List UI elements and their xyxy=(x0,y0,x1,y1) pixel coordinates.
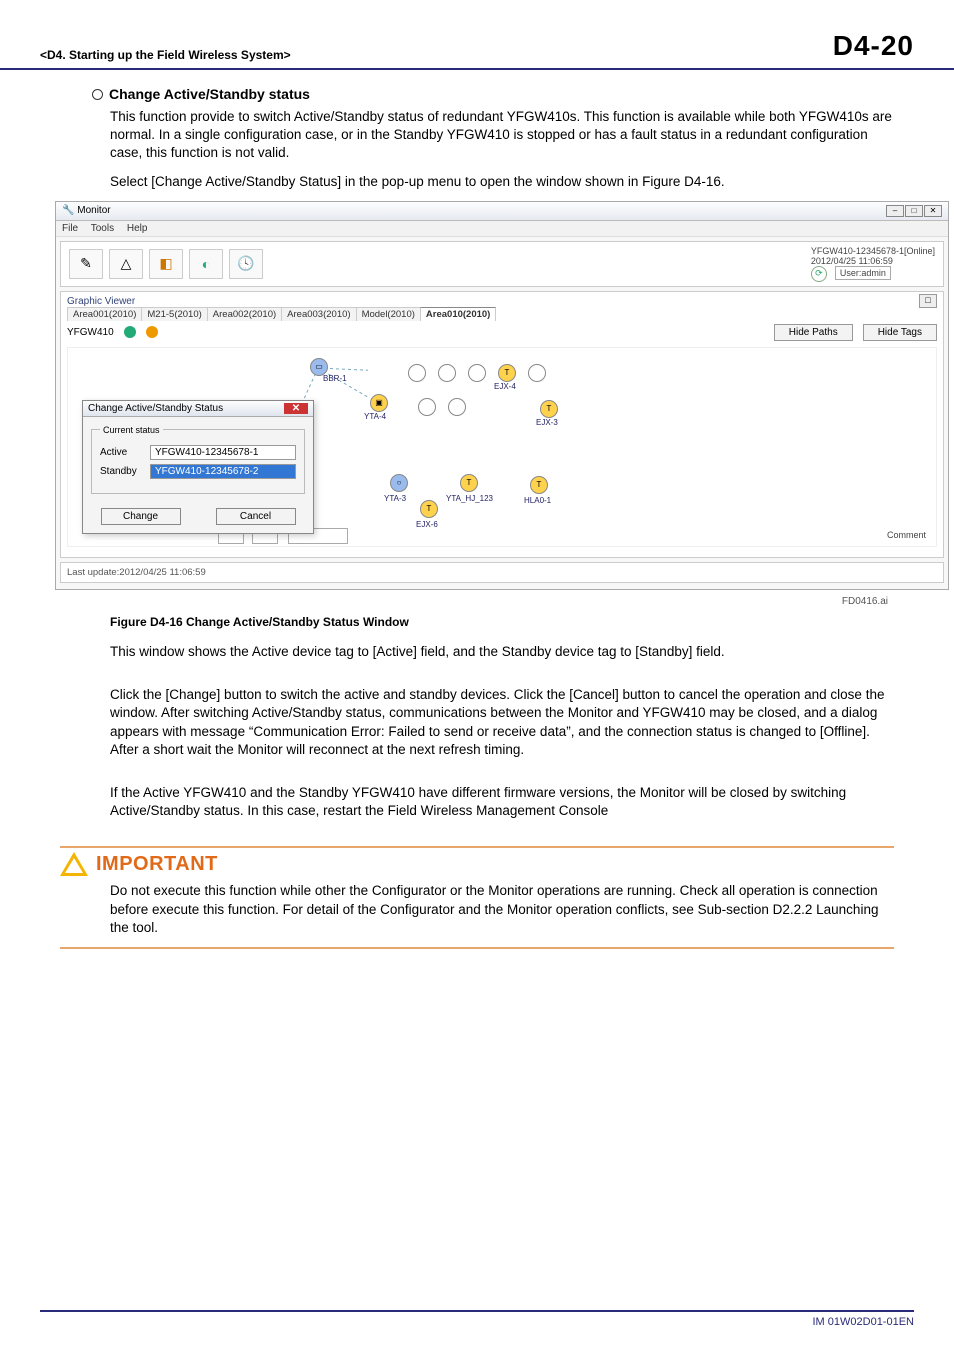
menubar[interactable]: File Tools Help xyxy=(56,221,948,237)
status-badge-green xyxy=(124,326,136,338)
page-number: D4-20 xyxy=(833,30,914,62)
label-ytahj: YTA_HJ_123 xyxy=(446,494,493,503)
close-icon[interactable]: ✕ xyxy=(924,205,942,217)
yfgw-label: YFGW410 xyxy=(67,327,114,338)
screenshot-window: 🔧 Monitor –□✕ File Tools Help ✎ △ ◧ ◐ 🕓 … xyxy=(55,201,949,590)
node-empty[interactable] xyxy=(438,364,456,382)
figure-code: FD0416.ai xyxy=(110,594,894,607)
section-heading: Change Active/Standby status xyxy=(92,86,894,102)
node-ytahj[interactable]: T xyxy=(460,474,478,492)
toolbar: ✎ △ ◧ ◐ 🕓 YFGW410-12345678-1[Online] 201… xyxy=(60,241,944,287)
cancel-button[interactable]: Cancel xyxy=(216,508,296,525)
toolbar-btn-3[interactable]: ◧ xyxy=(149,249,183,279)
page-header: <D4. Starting up the Field Wireless Syst… xyxy=(0,0,954,70)
last-update-bar: Last update:2012/04/25 11:06:59 xyxy=(60,562,944,583)
dialog-title: Change Active/Standby Status xyxy=(88,403,223,414)
tab-area003[interactable]: Area003(2010) xyxy=(281,307,356,321)
toolbar-btn-5[interactable]: 🕓 xyxy=(229,249,263,279)
hide-paths-button[interactable]: Hide Paths xyxy=(774,324,853,341)
menu-help[interactable]: Help xyxy=(127,223,148,234)
bullet-icon xyxy=(92,89,103,100)
toolbar-btn-4[interactable]: ◐ xyxy=(189,249,223,279)
menu-tools[interactable]: Tools xyxy=(91,223,114,234)
divider xyxy=(60,947,894,949)
node-yta4[interactable]: ▣ xyxy=(370,394,388,412)
chapter-title: <D4. Starting up the Field Wireless Syst… xyxy=(40,48,291,62)
label-ejx3: EJX-3 xyxy=(536,418,558,427)
panel-undock-icon[interactable]: □ xyxy=(919,294,937,308)
menu-file[interactable]: File xyxy=(62,223,78,234)
label-hla01: HLA0-1 xyxy=(524,496,551,505)
minimize-icon[interactable]: – xyxy=(886,205,904,217)
paragraph: Select [Change Active/Standby Status] in… xyxy=(110,173,894,191)
window-control-buttons[interactable]: –□✕ xyxy=(885,205,942,217)
standby-value: YFGW410-12345678-2 xyxy=(150,464,296,479)
maximize-icon[interactable]: □ xyxy=(905,205,923,217)
node-yta3[interactable]: ○ xyxy=(390,474,408,492)
refresh-icon[interactable]: ⟳ xyxy=(811,266,827,282)
graphic-viewer-panel: □ Graphic Viewer Area001(2010)M21-5(2010… xyxy=(60,291,944,558)
divider xyxy=(60,846,894,848)
section-heading-text: Change Active/Standby status xyxy=(109,86,310,102)
change-status-dialog: Change Active/Standby Status ✕ Current s… xyxy=(82,400,314,534)
node-empty[interactable] xyxy=(418,398,436,416)
label-yta3: YTA-3 xyxy=(384,494,406,503)
tab-area001[interactable]: Area001(2010) xyxy=(67,307,142,321)
active-key: Active xyxy=(100,447,144,458)
paragraph: If the Active YFGW410 and the Standby YF… xyxy=(110,784,894,820)
label-ejx4: EJX-4 xyxy=(494,382,516,391)
hide-tags-button[interactable]: Hide Tags xyxy=(863,324,937,341)
paragraph: Click the [Change] button to switch the … xyxy=(110,686,894,759)
node-hla01[interactable]: T xyxy=(530,476,548,494)
user-label: User:admin xyxy=(835,266,891,280)
important-text: Do not execute this function while other… xyxy=(110,882,894,937)
topology-canvas[interactable]: ▭ BBR-1 T EJX-4 ▣ YTA-4 T EJX-3 ○ HON-TE… xyxy=(67,347,937,547)
important-block: ! IMPORTANT Do not execute this function… xyxy=(60,834,894,949)
footer-code: IM 01W02D01-01EN xyxy=(40,1316,914,1328)
status-panel: YFGW410-12345678-1[Online] 2012/04/25 11… xyxy=(811,246,935,282)
node-empty[interactable] xyxy=(408,364,426,382)
area-tabs[interactable]: Area001(2010)M21-5(2010)Area002(2010)Are… xyxy=(67,309,937,320)
change-button[interactable]: Change xyxy=(101,508,181,525)
node-ejx3[interactable]: T xyxy=(540,400,558,418)
toolbar-btn-2[interactable]: △ xyxy=(109,249,143,279)
figure-caption: Figure D4-16 Change Active/Standby Statu… xyxy=(110,615,894,629)
node-ejx4[interactable]: T xyxy=(498,364,516,382)
paragraph: This window shows the Active device tag … xyxy=(110,643,894,661)
label-bbr1: BBR-1 xyxy=(323,374,347,383)
tab-area002[interactable]: Area002(2010) xyxy=(207,307,282,321)
window-title: 🔧 Monitor xyxy=(62,205,111,216)
tab-model[interactable]: Model(2010) xyxy=(356,307,421,321)
graphic-viewer-title: Graphic Viewer xyxy=(67,296,937,307)
node-empty[interactable] xyxy=(448,398,466,416)
paragraph: This function provide to switch Active/S… xyxy=(110,108,894,163)
standby-key: Standby xyxy=(100,466,144,477)
tab-area010[interactable]: Area010(2010) xyxy=(420,307,496,321)
page-footer: IM 01W02D01-01EN xyxy=(0,1310,954,1328)
toolbar-btn-1[interactable]: ✎ xyxy=(69,249,103,279)
tab-m21[interactable]: M21-5(2010) xyxy=(141,307,207,321)
warning-icon: ! xyxy=(60,852,88,876)
status-online: YFGW410-12345678-1[Online] xyxy=(811,246,935,256)
comment-label: Comment xyxy=(887,530,926,540)
label-yta4: YTA-4 xyxy=(364,412,386,421)
window-titlebar: 🔧 Monitor –□✕ xyxy=(56,202,948,221)
label-ejx6: EJX-6 xyxy=(416,520,438,529)
node-empty[interactable] xyxy=(468,364,486,382)
dialog-close-icon[interactable]: ✕ xyxy=(284,403,308,414)
node-empty[interactable] xyxy=(528,364,546,382)
dialog-legend: Current status xyxy=(100,425,163,435)
active-value: YFGW410-12345678-1 xyxy=(150,445,296,460)
node-ejx6[interactable]: T xyxy=(420,500,438,518)
important-label: IMPORTANT xyxy=(96,853,218,876)
status-badge-orange xyxy=(146,326,158,338)
status-timestamp: 2012/04/25 11:06:59 xyxy=(811,256,935,266)
